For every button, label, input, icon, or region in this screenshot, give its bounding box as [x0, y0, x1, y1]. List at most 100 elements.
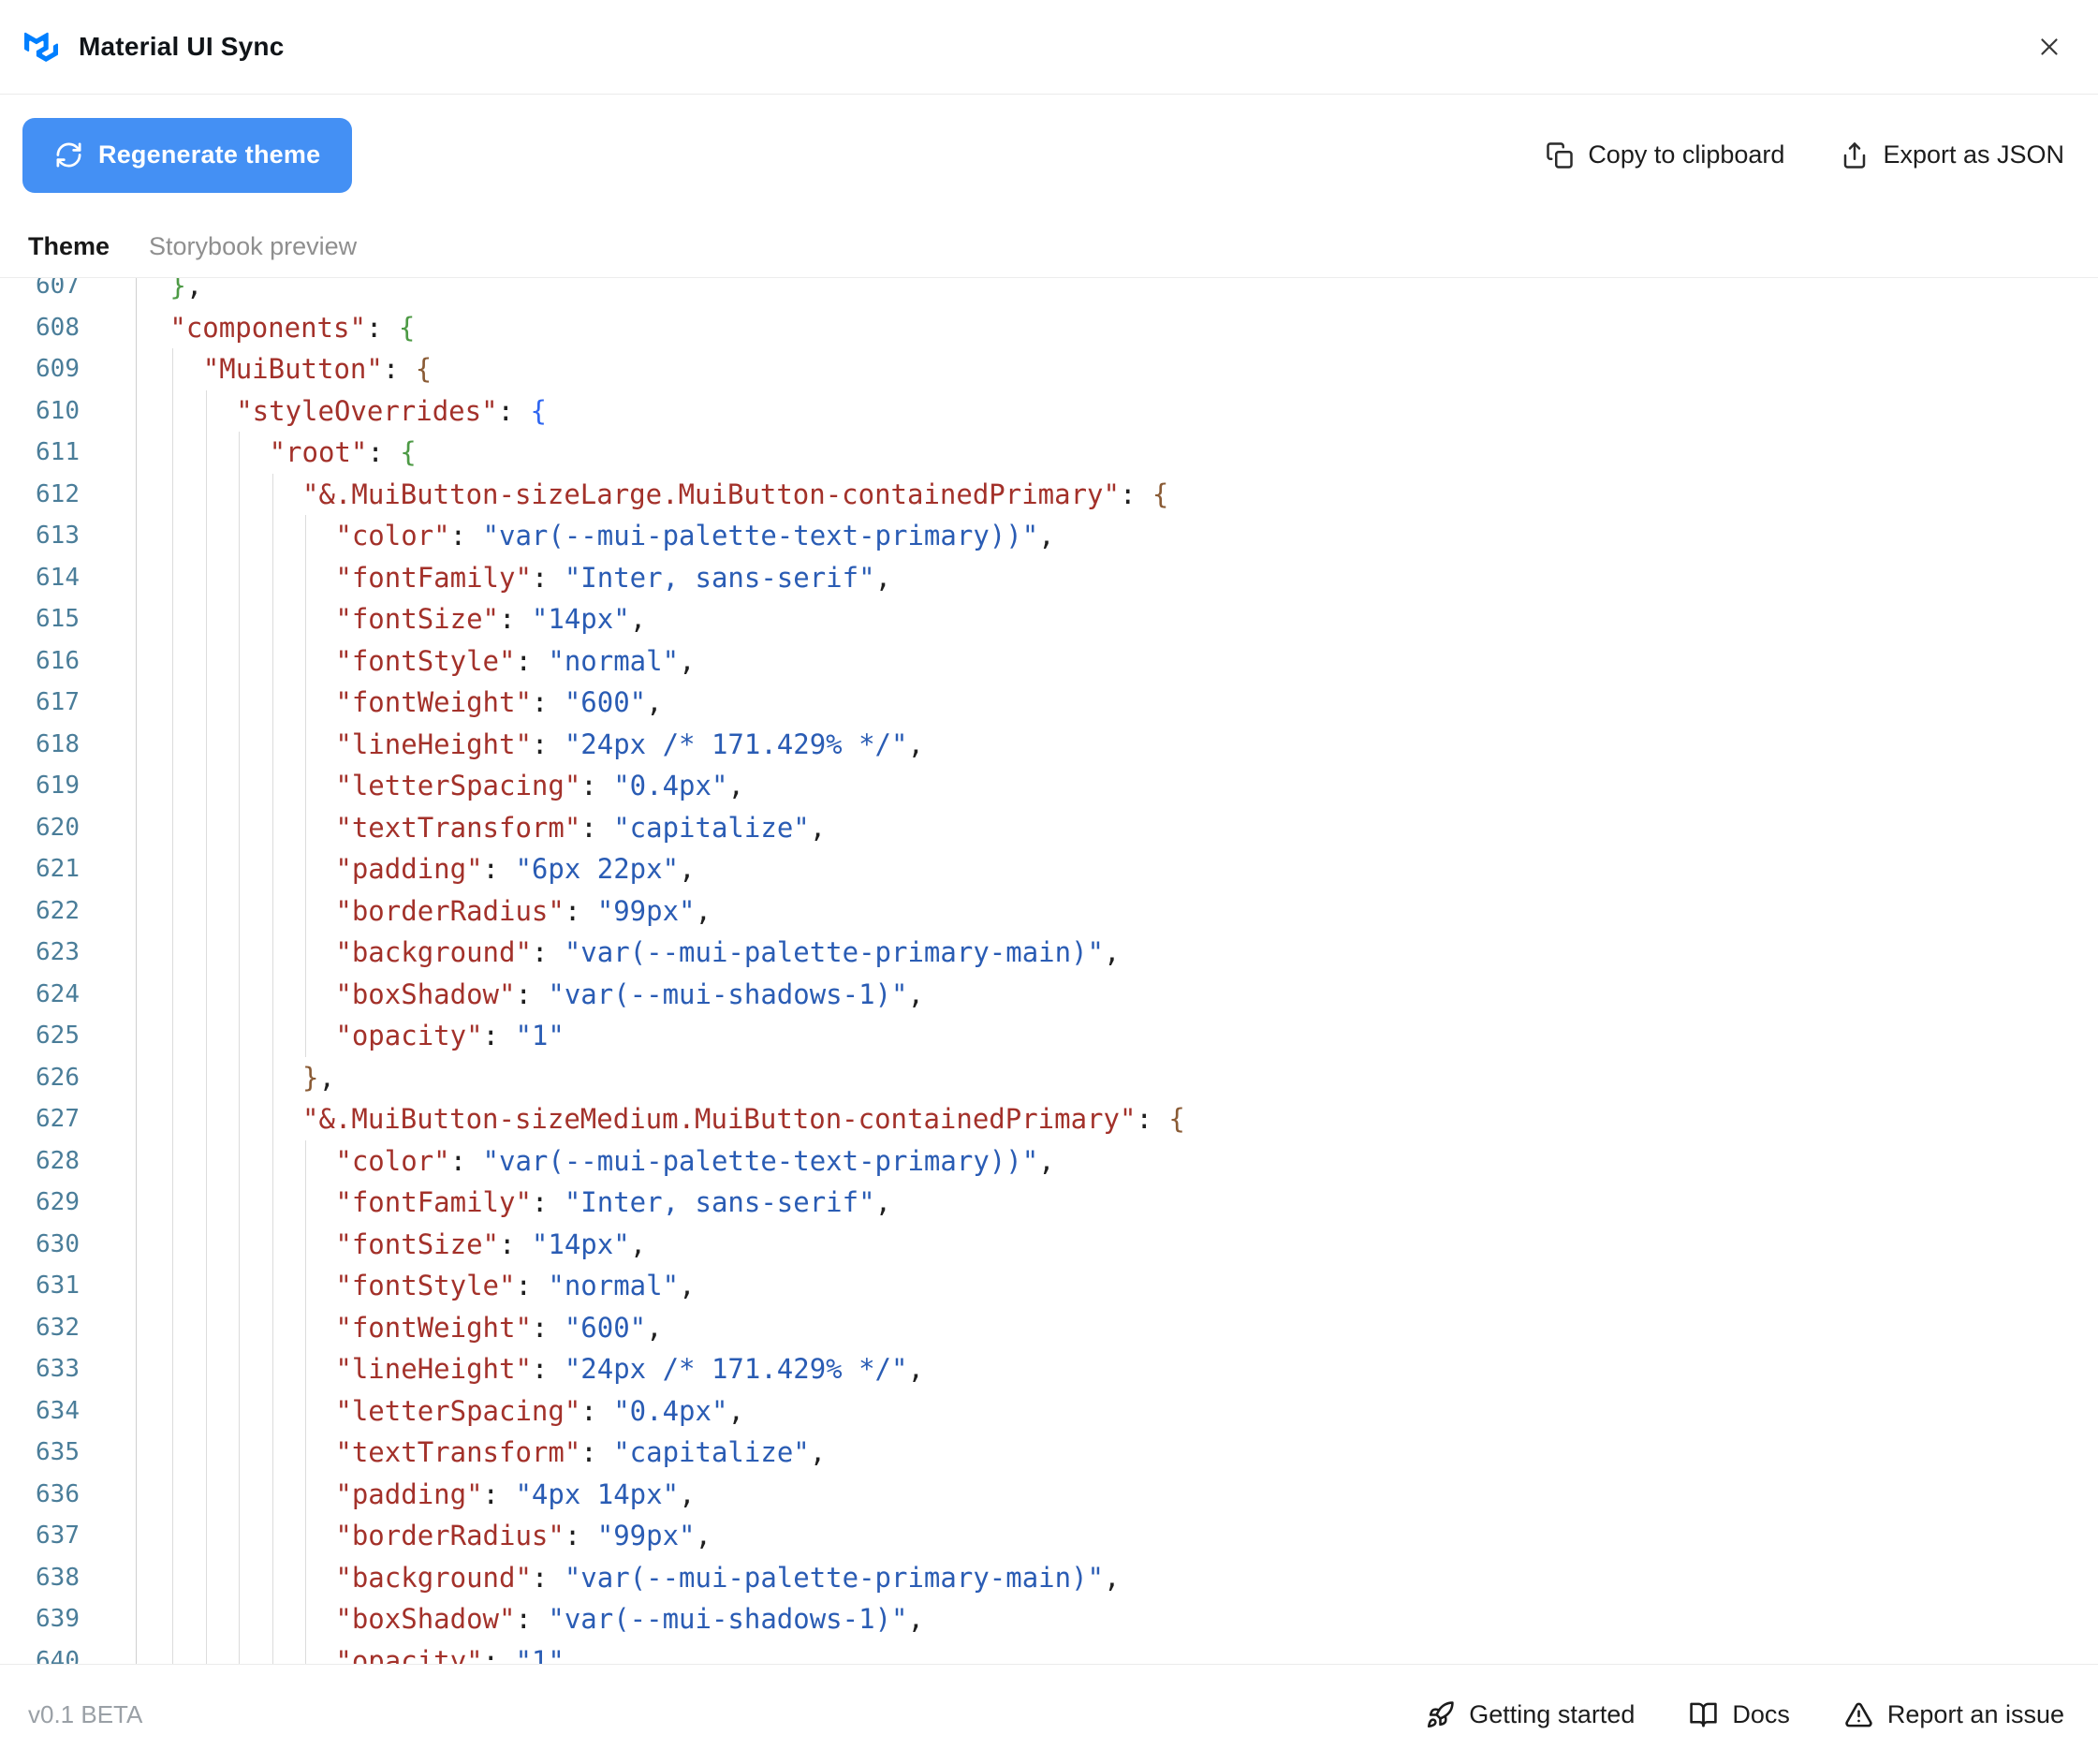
code-line: 636 "padding": "4px 14px",	[0, 1473, 2098, 1515]
tab-storybook-preview[interactable]: Storybook preview	[149, 232, 357, 261]
app-window: Material UI Sync Regenerate theme Copy t…	[0, 0, 2098, 1764]
indent-guide	[172, 556, 174, 598]
indent-guide	[205, 682, 207, 724]
report-an-issue-link[interactable]: Report an issue	[1844, 1700, 2064, 1729]
code-line-content: "borderRadius": "99px",	[137, 1515, 2098, 1557]
code-line-content: "boxShadow": "var(--mui-shadows-1)",	[137, 1598, 2098, 1640]
indent-guide	[271, 1473, 273, 1515]
code-line-content: "boxShadow": "var(--mui-shadows-1)",	[137, 973, 2098, 1015]
indent-guide	[172, 1098, 174, 1140]
indent-guide	[271, 889, 273, 932]
indent-guide	[205, 889, 207, 932]
indent-guide	[172, 848, 174, 890]
indent-guide	[172, 1306, 174, 1348]
indent-guide	[239, 1515, 241, 1557]
code-line-content: "background": "var(--mui-palette-primary…	[137, 1556, 2098, 1598]
code-line: 624 "boxShadow": "var(--mui-shadows-1)",	[0, 973, 2098, 1015]
line-number: 616	[0, 639, 137, 682]
indent-guide	[271, 973, 273, 1015]
indent-guide	[305, 932, 306, 974]
indent-guide	[271, 1389, 273, 1432]
code-line: 619 "letterSpacing": "0.4px",	[0, 765, 2098, 807]
indent-guide	[239, 1473, 241, 1515]
indent-guide	[305, 765, 306, 807]
indent-guide	[271, 598, 273, 640]
indent-guide	[271, 1139, 273, 1182]
code-line: 633 "lineHeight": "24px /* 171.429% */",	[0, 1348, 2098, 1390]
code-line: 626},	[0, 1056, 2098, 1098]
close-button[interactable]	[2029, 26, 2070, 67]
report-an-issue-label: Report an issue	[1886, 1699, 2064, 1728]
line-number: 627	[0, 1098, 137, 1140]
indent-guide	[205, 1139, 207, 1182]
close-icon	[2035, 33, 2063, 61]
indent-guide	[239, 1306, 241, 1348]
line-number: 621	[0, 848, 137, 890]
book-icon	[1689, 1700, 1718, 1729]
code-line: 615 "fontSize": "14px",	[0, 598, 2098, 640]
indent-guide	[305, 1015, 306, 1057]
code-line: 632 "fontWeight": "600",	[0, 1306, 2098, 1348]
regenerate-theme-button[interactable]: Regenerate theme	[22, 117, 353, 193]
indent-guide	[305, 1515, 306, 1557]
code-line-content: },	[169, 277, 203, 301]
code-line-content: "borderRadius": "99px",	[137, 889, 2098, 932]
code-line-content: "fontSize": "14px",	[137, 1223, 2098, 1265]
line-number: 614	[0, 556, 137, 598]
indent-guide	[172, 1015, 174, 1057]
line-number: 623	[0, 932, 137, 974]
indent-guide	[271, 1598, 273, 1640]
indent-guide	[205, 1515, 207, 1557]
indent-guide	[271, 1432, 273, 1474]
line-number: 624	[0, 973, 137, 1015]
indent-guide	[172, 1182, 174, 1224]
code-line-content: "fontWeight": "600",	[137, 1306, 2098, 1348]
line-number: 612	[0, 473, 137, 515]
indent-guide	[305, 1306, 306, 1348]
indent-guide	[271, 932, 273, 974]
code-line: 609 "MuiButton": {	[0, 348, 2098, 390]
indent-guide	[172, 932, 174, 974]
code-line: 635 "textTransform": "capitalize",	[0, 1432, 2098, 1474]
indent-guide	[239, 1265, 241, 1307]
copy-to-clipboard-button[interactable]: Copy to clipboard	[1546, 140, 1784, 169]
toolbar-actions: Copy to clipboard Export as JSON	[1546, 140, 2064, 169]
tab-theme[interactable]: Theme	[28, 232, 110, 261]
indent-guide	[172, 889, 174, 932]
line-number: 638	[0, 1556, 137, 1598]
indent-guide	[172, 723, 174, 765]
indent-guide	[239, 1056, 241, 1098]
code-line-content: "fontSize": "14px",	[137, 598, 2098, 640]
code-line: 617 "fontWeight": "600",	[0, 682, 2098, 724]
code-line-content: "lineHeight": "24px /* 171.429% */",	[137, 1348, 2098, 1390]
docs-link[interactable]: Docs	[1689, 1700, 1790, 1729]
indent-guide	[239, 682, 241, 724]
app-title: Material UI Sync	[79, 32, 285, 61]
export-as-json-label: Export as JSON	[1883, 140, 2064, 169]
code-line: 618 "lineHeight": "24px /* 171.429% */",	[0, 723, 2098, 765]
indent-guide	[239, 515, 241, 557]
line-number: 620	[0, 806, 137, 848]
export-as-json-button[interactable]: Export as JSON	[1841, 140, 2064, 169]
indent-guide	[172, 1639, 174, 1664]
code-line: 623 "background": "var(--mui-palette-prim…	[0, 932, 2098, 974]
indent-guide	[239, 1139, 241, 1182]
indent-guide	[205, 1015, 207, 1057]
indent-guide	[172, 348, 174, 390]
code-line: 613 "color": "var(--mui-palette-text-prim…	[0, 515, 2098, 557]
indent-guide	[305, 889, 306, 932]
line-number: 626	[0, 1056, 137, 1098]
line-number: 628	[0, 1139, 137, 1182]
indent-guide	[239, 1389, 241, 1432]
regenerate-theme-label: Regenerate theme	[98, 140, 321, 169]
code-line-content: "letterSpacing": "0.4px",	[137, 1389, 2098, 1432]
indent-guide	[305, 1139, 306, 1182]
indent-guide	[205, 432, 207, 474]
indent-guide	[205, 1432, 207, 1474]
indent-guide	[271, 765, 273, 807]
code-editor[interactable]: 607}, 608 "components": {609 "MuiButton": {…	[0, 277, 2098, 1664]
indent-guide	[271, 1348, 273, 1390]
indent-guide	[239, 1182, 241, 1224]
line-number: 610	[0, 390, 137, 432]
getting-started-link[interactable]: Getting started	[1426, 1700, 1635, 1729]
